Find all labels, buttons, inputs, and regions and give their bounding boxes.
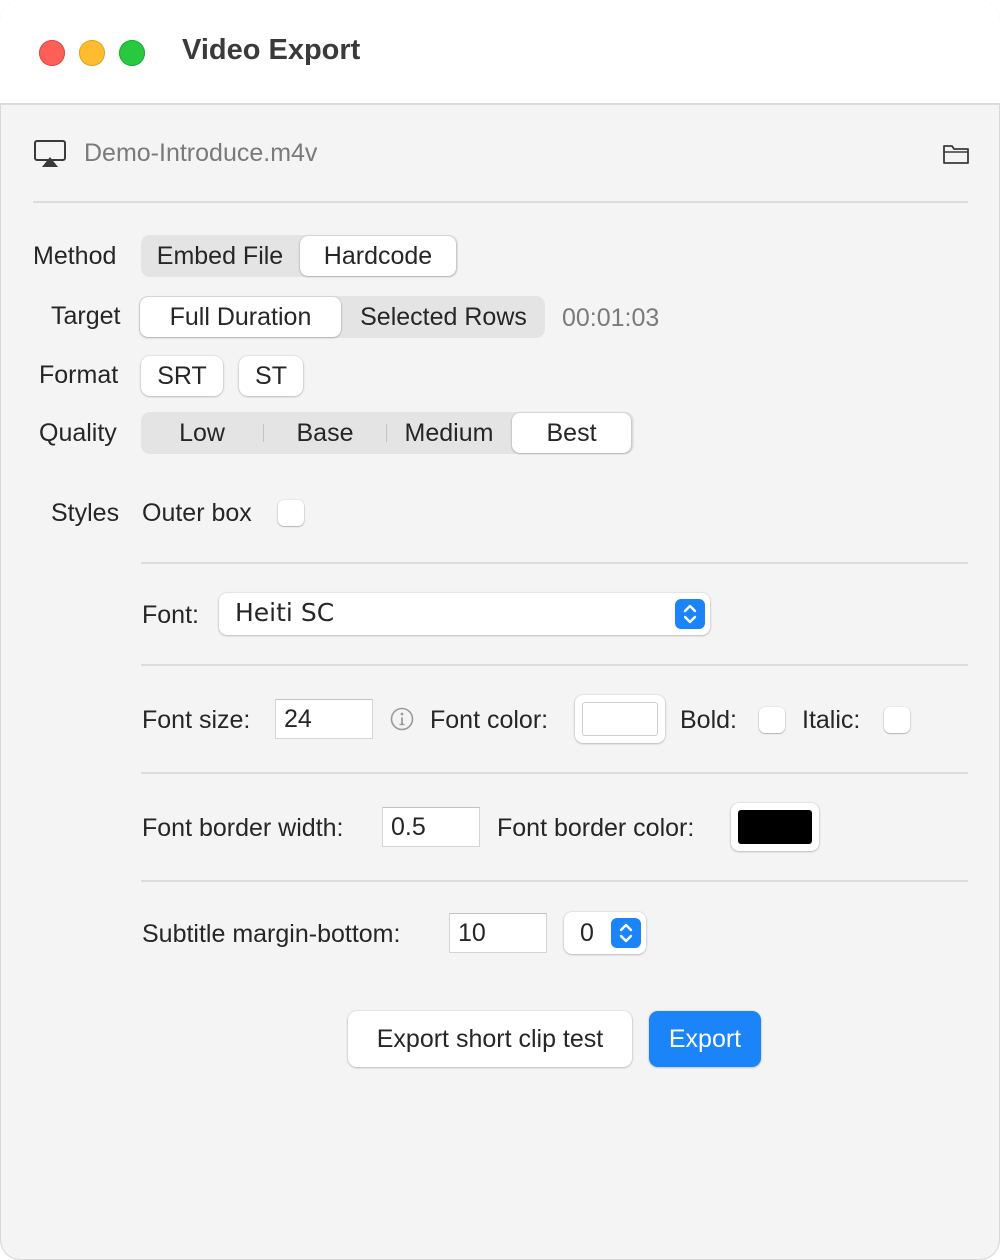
method-segmented-control: Embed File Hardcode — [141, 235, 458, 277]
font-border-width-label: Font border width: — [142, 814, 344, 842]
target-label: Target — [51, 302, 121, 330]
chevron-updown-icon — [611, 918, 641, 948]
quality-option-medium[interactable]: Medium — [387, 412, 511, 454]
outer-box-label: Outer box — [142, 499, 252, 527]
format-st-button[interactable]: ST — [239, 356, 303, 396]
divider — [141, 772, 968, 774]
divider — [141, 880, 968, 882]
quality-label: Quality — [39, 419, 117, 447]
zoom-button[interactable] — [119, 40, 145, 66]
font-label: Font: — [142, 601, 199, 629]
window-title: Video Export — [182, 34, 361, 66]
font-popup-button[interactable]: Heiti SC — [219, 593, 710, 635]
export-button[interactable]: Export — [649, 1011, 761, 1067]
format-label: Format — [39, 361, 119, 389]
font-color-label: Font color: — [430, 706, 549, 734]
margin-bottom-popup-value: 0 — [580, 919, 594, 947]
quality-option-best[interactable]: Best — [512, 413, 631, 453]
folder-icon[interactable] — [942, 143, 970, 165]
subtitle-margin-bottom-input[interactable] — [449, 913, 547, 953]
font-popup-value: Heiti SC — [235, 598, 335, 627]
export-short-clip-test-button[interactable]: Export short clip test — [348, 1011, 632, 1067]
font-color-well[interactable] — [575, 695, 665, 743]
format-srt-button[interactable]: SRT — [141, 356, 223, 396]
font-border-color-well[interactable] — [731, 803, 819, 851]
title-bar: Video Export — [0, 0, 1000, 105]
close-button[interactable] — [39, 40, 65, 66]
airplay-icon — [34, 140, 66, 167]
font-border-color-label: Font border color: — [497, 814, 695, 842]
divider — [141, 664, 968, 666]
styles-label: Styles — [51, 499, 120, 527]
quality-option-base[interactable]: Base — [264, 412, 386, 454]
target-option-full-duration[interactable]: Full Duration — [140, 297, 341, 337]
method-option-embed-file[interactable]: Embed File — [141, 235, 299, 277]
method-option-hardcode[interactable]: Hardcode — [300, 236, 456, 276]
font-border-width-input[interactable] — [382, 807, 480, 847]
margin-bottom-popup-button[interactable]: 0 — [564, 912, 646, 954]
bold-checkbox[interactable] — [759, 707, 785, 733]
file-name: Demo-Introduce.m4v — [84, 139, 318, 167]
quality-segmented-control: Low Base Medium Best — [141, 412, 634, 454]
method-label: Method — [33, 242, 117, 270]
divider — [141, 562, 968, 564]
font-color-swatch — [582, 702, 658, 736]
italic-label: Italic: — [802, 706, 861, 734]
target-segmented-control: Full Duration Selected Rows — [139, 296, 545, 338]
font-size-input[interactable] — [275, 699, 373, 739]
minimize-button[interactable] — [79, 40, 105, 66]
duration-text: 00:01:03 — [562, 304, 660, 332]
chevron-updown-icon — [675, 599, 705, 629]
target-option-selected-rows[interactable]: Selected Rows — [342, 296, 545, 338]
info-icon[interactable] — [390, 707, 414, 731]
subtitle-margin-bottom-label: Subtitle margin-bottom: — [142, 920, 401, 948]
font-border-color-swatch — [738, 810, 812, 844]
divider — [33, 201, 968, 203]
outer-box-checkbox[interactable] — [278, 500, 304, 526]
quality-option-low[interactable]: Low — [141, 412, 263, 454]
italic-checkbox[interactable] — [884, 707, 910, 733]
bold-label: Bold: — [680, 706, 737, 734]
font-size-label: Font size: — [142, 706, 251, 734]
video-export-window: Video Export Demo-Introduce.m4v Method E… — [0, 0, 1000, 1260]
